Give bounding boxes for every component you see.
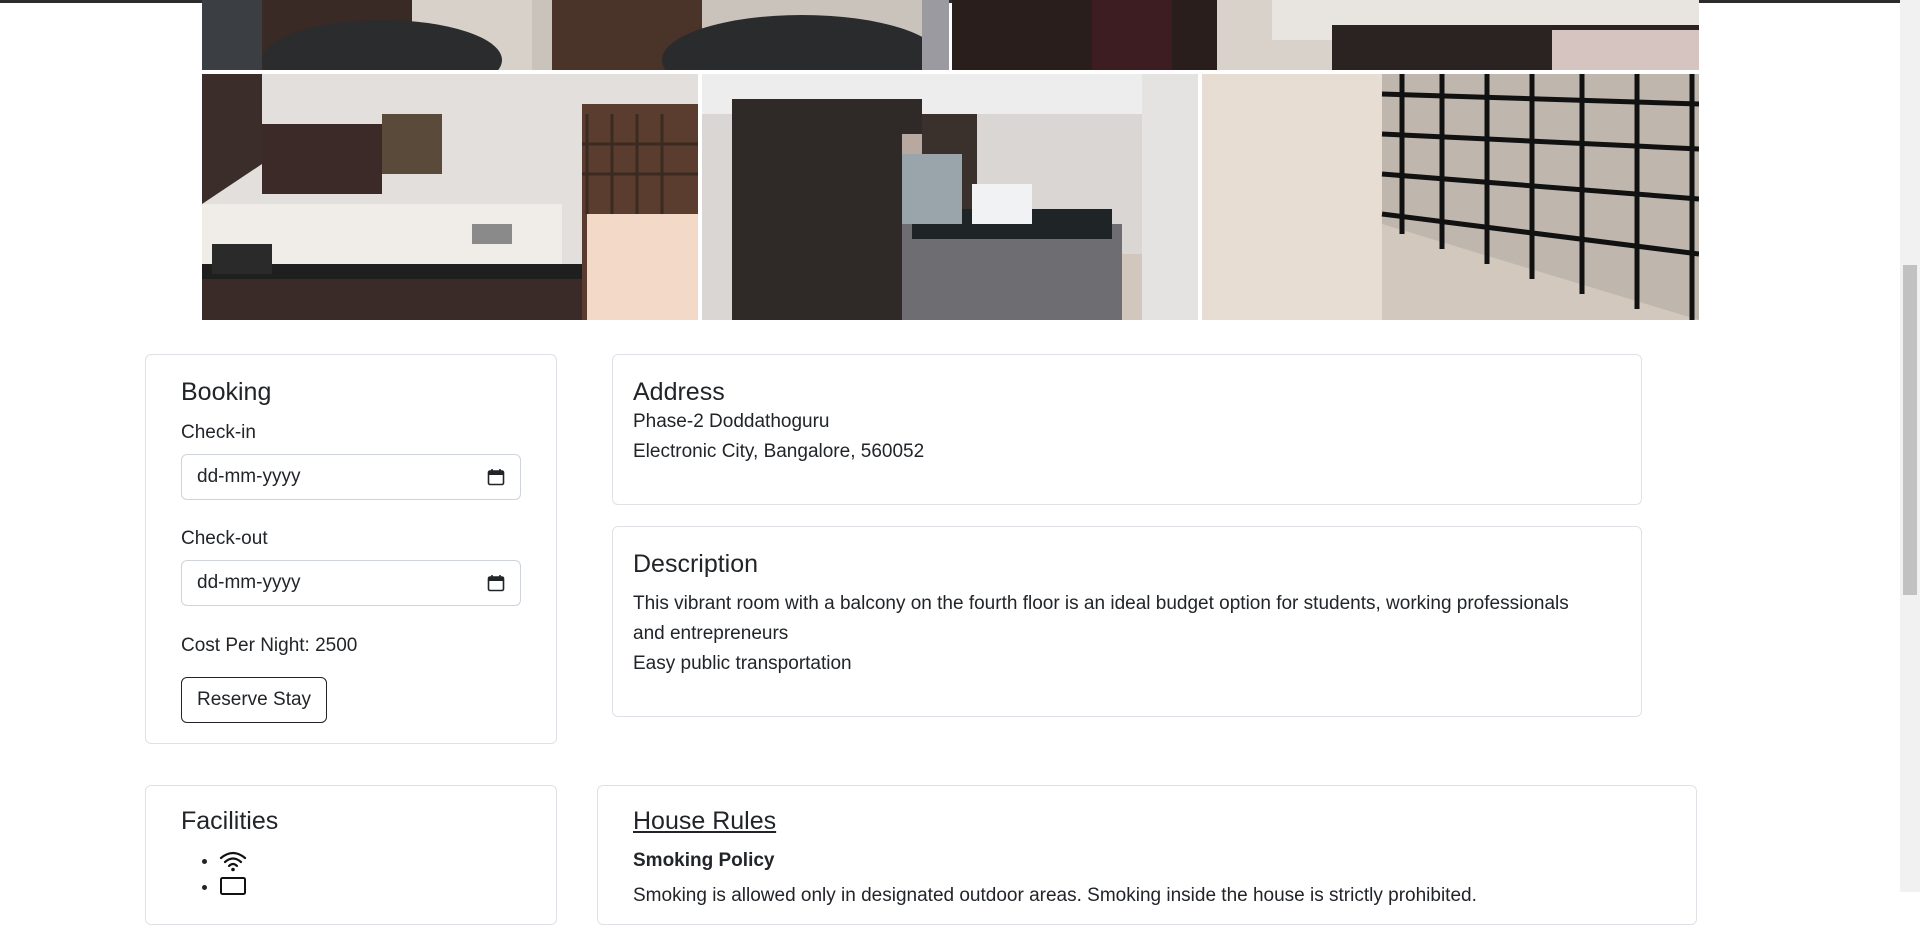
photo-living-room[interactable] bbox=[202, 0, 949, 70]
address-line-2: Electronic City, Bangalore, 560052 bbox=[633, 441, 925, 462]
facility-item bbox=[219, 874, 247, 900]
booking-card: Booking Check-in dd-mm-yyyy Check-out dd… bbox=[145, 354, 557, 744]
address-line-1: Phase-2 Doddathoguru bbox=[633, 411, 830, 432]
checkout-placeholder: dd-mm-yyyy bbox=[197, 572, 301, 593]
facilities-card: Facilities bbox=[145, 785, 557, 925]
description-transport: Easy public transportation bbox=[633, 653, 852, 674]
photo-bedroom[interactable] bbox=[702, 74, 1198, 320]
address-card: Address Phase-2 Doddathoguru Electronic … bbox=[612, 354, 1642, 505]
facilities-list bbox=[181, 848, 247, 900]
smoking-policy-title: Smoking Policy bbox=[633, 850, 775, 871]
checkout-date-input[interactable]: dd-mm-yyyy bbox=[181, 560, 521, 606]
house-rules-card: House Rules Smoking Policy Smoking is al… bbox=[597, 785, 1697, 925]
reserve-stay-button[interactable]: Reserve Stay bbox=[181, 677, 328, 723]
scrollbar-thumb[interactable] bbox=[1903, 265, 1917, 595]
description-title: Description bbox=[633, 550, 759, 578]
photo-bedroom-wardrobe[interactable] bbox=[952, 0, 1699, 70]
smoking-policy-text: Smoking is allowed only in designated ou… bbox=[633, 885, 1477, 906]
checkin-label: Check-in bbox=[181, 422, 256, 443]
calendar-icon[interactable] bbox=[487, 574, 505, 592]
checkin-placeholder: dd-mm-yyyy bbox=[197, 466, 301, 487]
booking-title: Booking bbox=[181, 378, 272, 406]
house-rules-title[interactable]: House Rules bbox=[633, 806, 776, 836]
description-text: This vibrant room with a balcony on the … bbox=[633, 593, 1569, 644]
facility-item bbox=[219, 848, 247, 874]
description-card: Description This vibrant room with a bal… bbox=[612, 526, 1642, 717]
photo-balcony[interactable] bbox=[1202, 74, 1699, 320]
address-title: Address bbox=[633, 378, 725, 406]
checkin-date-input[interactable]: dd-mm-yyyy bbox=[181, 454, 521, 500]
tv-icon bbox=[220, 876, 246, 895]
calendar-icon[interactable] bbox=[487, 468, 505, 486]
checkout-label: Check-out bbox=[181, 528, 268, 549]
wifi-icon bbox=[219, 851, 247, 872]
facilities-title: Facilities bbox=[181, 807, 279, 835]
photo-kitchen[interactable] bbox=[202, 74, 698, 320]
cost-per-night: Cost Per Night: 2500 bbox=[181, 635, 358, 656]
